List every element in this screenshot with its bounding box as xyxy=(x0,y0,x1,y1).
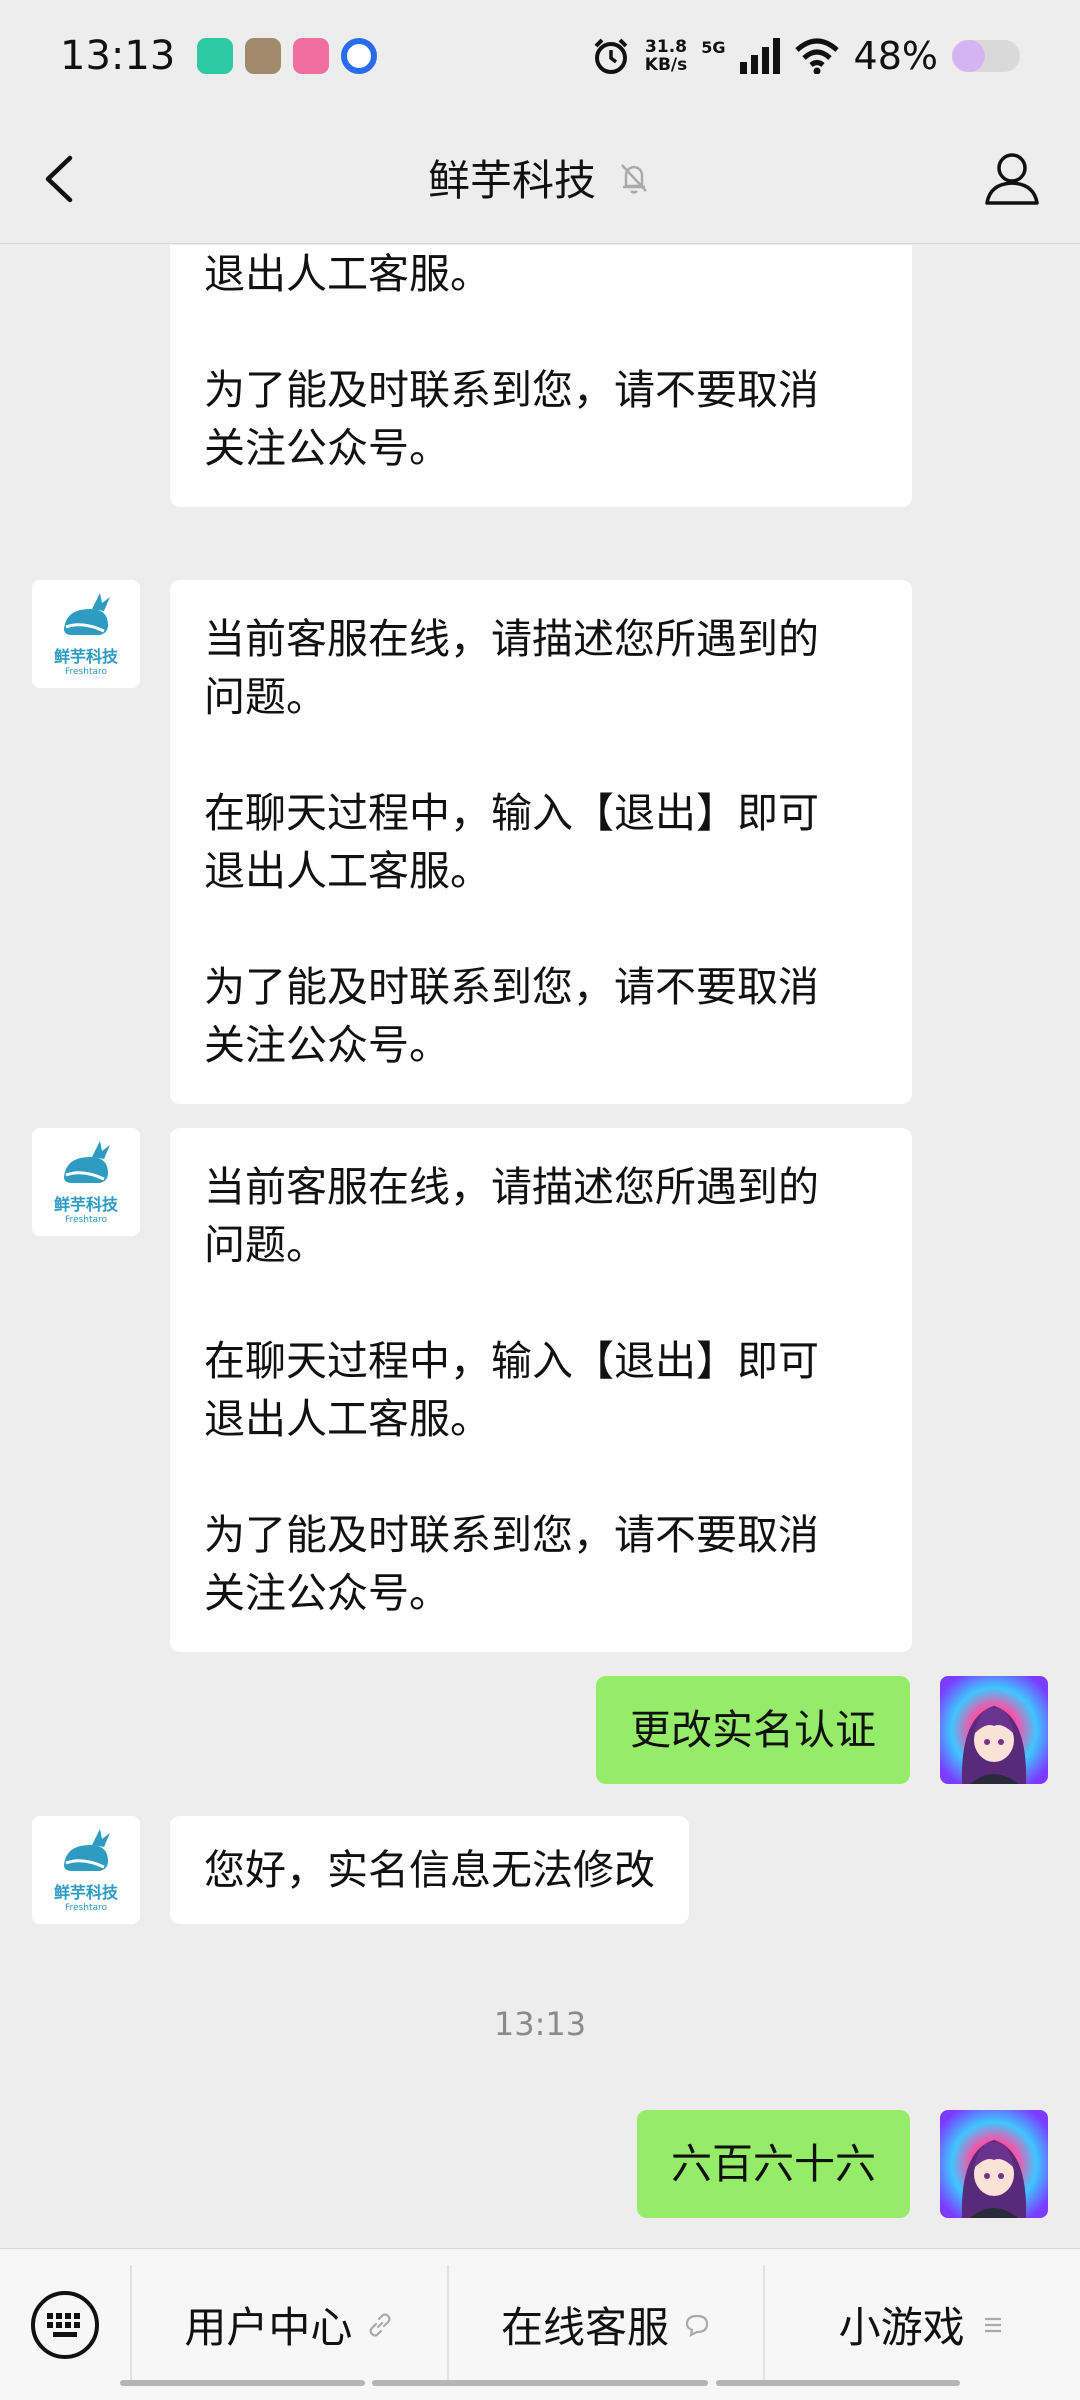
speed-value: 31.8 xyxy=(645,37,687,57)
bottom-menu-bar: 用户中心 在线客服 小游戏 xyxy=(0,2248,1080,2400)
submenu-indicator xyxy=(372,2380,708,2386)
message-timestamp: 13:13 xyxy=(493,2005,587,2043)
status-bar: 13:13 31.8 KB/s 5G 48% xyxy=(0,0,1080,112)
app-notification-icon xyxy=(197,38,234,74)
bilibili-notification-icon xyxy=(293,38,330,74)
chat-header: 鲜芋科技 xyxy=(0,112,1080,244)
whale-logo-icon xyxy=(64,593,110,635)
bot-avatar[interactable]: 鲜芋科技 Freshtaro xyxy=(32,1128,140,1236)
menu-user-center[interactable]: 用户中心 xyxy=(130,2264,447,2385)
whale-logo-icon xyxy=(64,1829,110,1871)
link-icon xyxy=(369,2312,391,2337)
bot-avatar-subname: Freshtaro xyxy=(64,667,107,677)
menu-online-service[interactable]: 在线客服 xyxy=(446,2264,764,2385)
page-title: 鲜芋科技 xyxy=(427,156,596,205)
signal-icon xyxy=(739,38,780,74)
status-right: 31.8 KB/s 5G 48% xyxy=(591,34,1020,78)
bot-avatar-name: 鲜芋科技 xyxy=(53,1195,118,1214)
chat-area[interactable]: 在聊天过程中，输入【退出】即可 退出人工客服。 为了能及时联系到您，请不要取消 … xyxy=(0,245,1080,2247)
battery-icon xyxy=(952,40,1020,72)
speed-unit: KB/s xyxy=(644,55,688,75)
menu-label: 小游戏 xyxy=(838,2303,965,2352)
message-bubble[interactable]: 在聊天过程中，输入【退出】即可 退出人工客服。 为了能及时联系到您，请不要取消 … xyxy=(170,245,912,507)
menu-lines-icon xyxy=(984,2317,1001,2332)
menu-label: 在线客服 xyxy=(501,2303,670,2352)
keyboard-icon xyxy=(31,2290,99,2359)
message-bubble-sent[interactable]: 更改实名认证 xyxy=(596,1676,910,1784)
user-avatar[interactable] xyxy=(940,2110,1048,2218)
network-type: 5G xyxy=(701,38,726,57)
user-avatar[interactable] xyxy=(940,1676,1048,1784)
bot-avatar-subname: Freshtaro xyxy=(64,1903,107,1913)
message-bubble[interactable]: 当前客服在线，请描述您所遇到的 问题。 在聊天过程中，输入【退出】即可 退出人工… xyxy=(170,1128,912,1652)
submenu-indicator xyxy=(120,2380,365,2386)
keyboard-toggle-button[interactable] xyxy=(0,2265,130,2385)
profile-button[interactable] xyxy=(982,148,1042,208)
battery-percent: 48% xyxy=(853,34,938,78)
message-bubble[interactable]: 您好，实名信息无法修改 xyxy=(170,1816,689,1924)
back-button[interactable] xyxy=(36,152,86,206)
message-bubble-sent[interactable]: 六百六十六 xyxy=(637,2110,910,2218)
message-bubble[interactable]: 当前客服在线，请描述您所遇到的 问题。 在聊天过程中，输入【退出】即可 退出人工… xyxy=(170,580,912,1104)
bot-avatar-name: 鲜芋科技 xyxy=(53,647,118,666)
bot-avatar-name: 鲜芋科技 xyxy=(53,1883,118,1902)
wifi-icon xyxy=(794,38,839,74)
menu-label: 用户中心 xyxy=(184,2303,353,2352)
anime-avatar-icon xyxy=(940,1676,1048,1784)
bot-avatar-subname: Freshtaro xyxy=(64,1215,107,1225)
anime-avatar-icon xyxy=(940,2110,1048,2218)
bot-avatar[interactable]: 鲜芋科技 Freshtaro xyxy=(32,1816,140,1924)
alarm-icon xyxy=(594,38,628,74)
menu-mini-games[interactable]: 小游戏 xyxy=(763,2264,1080,2385)
bot-avatar[interactable]: 鲜芋科技 Freshtaro xyxy=(32,580,140,688)
mute-bell-icon xyxy=(621,163,647,194)
status-time: 13:13 xyxy=(60,33,176,79)
submenu-indicator xyxy=(716,2380,960,2386)
notification-icons xyxy=(197,38,378,74)
whale-logo-icon xyxy=(64,1141,110,1183)
battery-fill xyxy=(952,40,985,72)
network-speed: 31.8 KB/s xyxy=(645,38,687,74)
browser-notification-icon xyxy=(341,38,378,74)
game-notification-icon xyxy=(245,38,282,74)
chat-bubble-icon xyxy=(685,2314,709,2337)
